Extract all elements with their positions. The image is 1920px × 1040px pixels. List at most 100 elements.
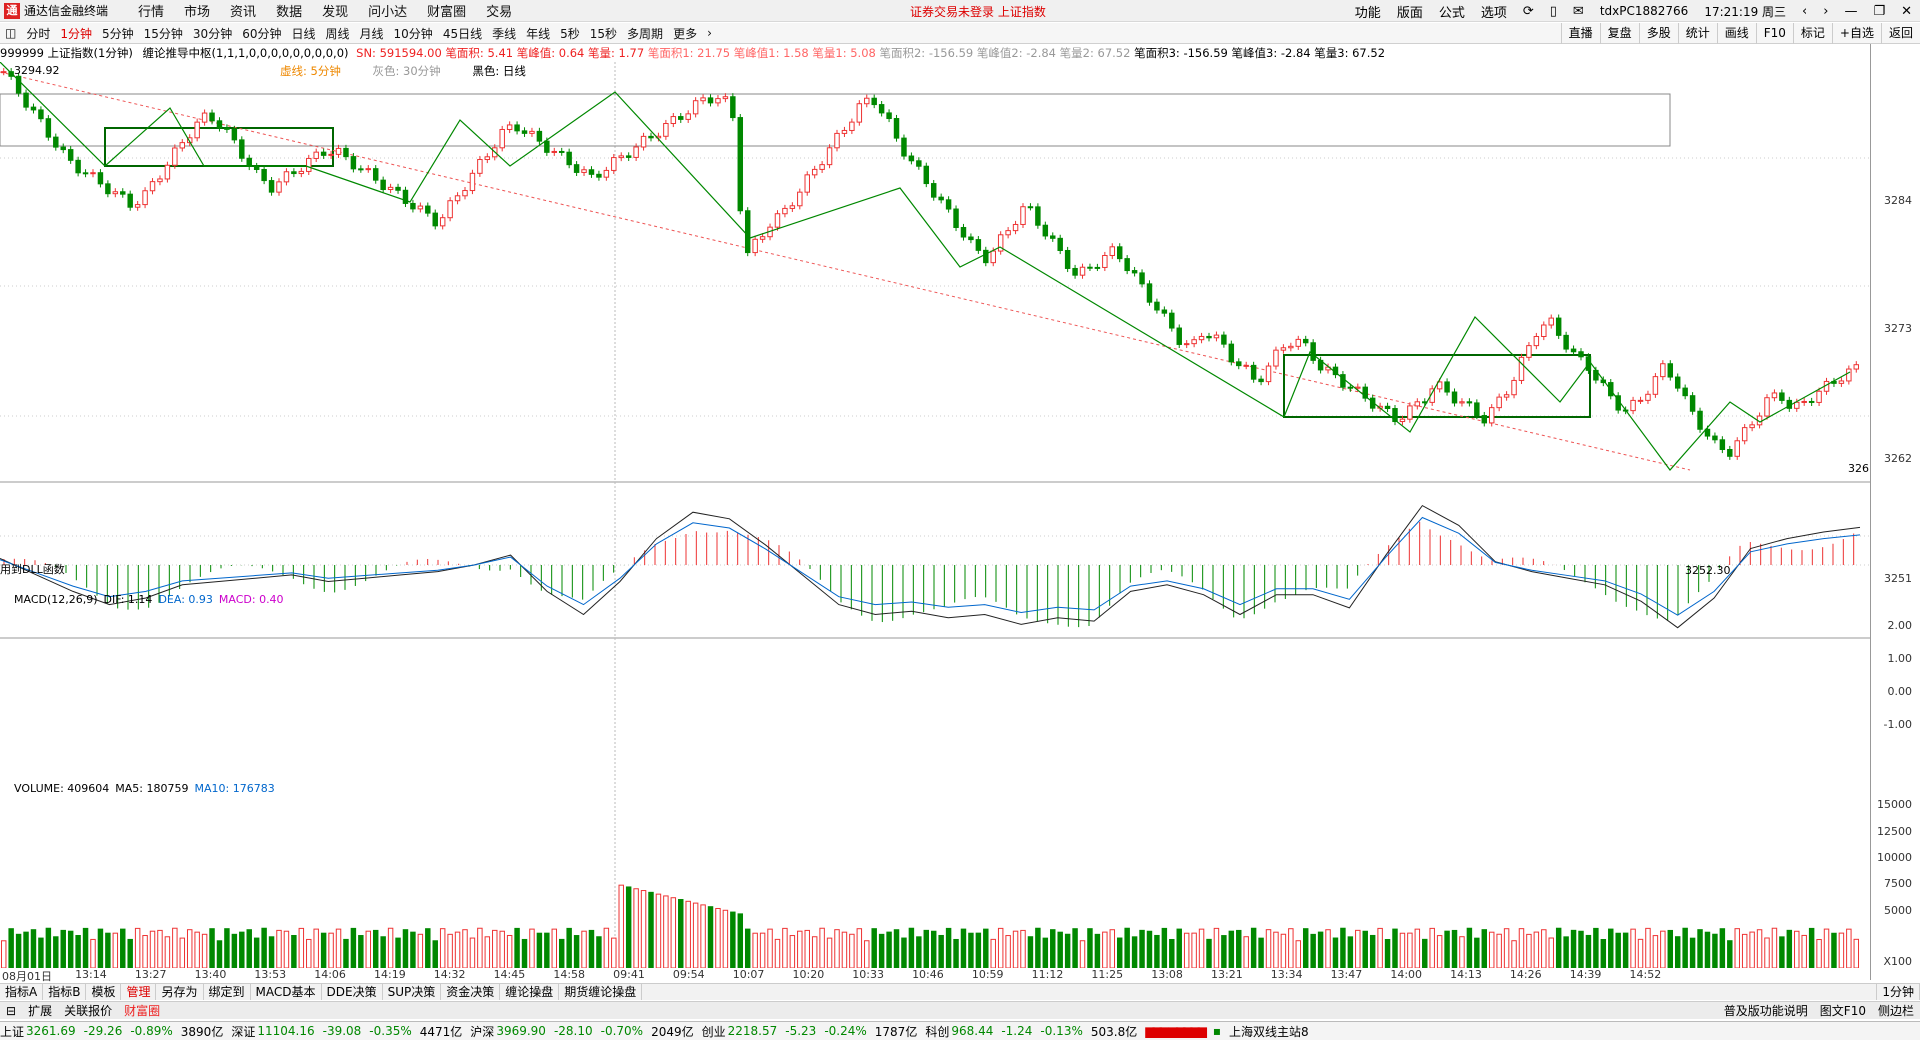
sh-name[interactable]: 上证 xyxy=(0,1023,24,1040)
menu-trade[interactable]: 交易 xyxy=(476,1,522,20)
main-chart[interactable]: 3294.92 3252.30 326 用到DLL函数 MACD(12,26,9… xyxy=(0,62,1870,968)
tab-futures-chan[interactable]: 期货缠论操盘 xyxy=(559,984,643,1000)
popular-func-help[interactable]: 普及版功能说明 xyxy=(1718,1002,1814,1019)
menu-function[interactable]: 功能 xyxy=(1347,2,1389,21)
tool-stats[interactable]: 统计 xyxy=(1677,23,1717,44)
candle-body xyxy=(1511,379,1517,396)
tab-template[interactable]: 模板 xyxy=(86,984,122,1000)
volume-bar xyxy=(1436,935,1443,968)
sh-pct: -0.89% xyxy=(130,1024,173,1038)
menu-layout[interactable]: 版面 xyxy=(1389,2,1431,21)
close-icon[interactable]: ✕ xyxy=(1893,4,1920,19)
tab-related-quote[interactable]: 关联报价 xyxy=(58,1002,118,1019)
menu-quotes[interactable]: 行情 xyxy=(128,1,174,20)
candle-body xyxy=(1146,283,1153,303)
restore-icon[interactable]: ❐ xyxy=(1865,4,1893,19)
menu-discover[interactable]: 发现 xyxy=(312,1,358,20)
period-15s[interactable]: 15秒 xyxy=(585,25,622,42)
graphic-f10[interactable]: 图文F10 xyxy=(1814,1002,1872,1019)
tab-save-as[interactable]: 另存为 xyxy=(156,984,204,1000)
period-45day[interactable]: 45日线 xyxy=(438,25,487,42)
candle-body xyxy=(938,196,944,201)
server-name[interactable]: 上海双线主站8 xyxy=(1229,1023,1309,1040)
more-chevron-icon[interactable]: › xyxy=(702,26,717,40)
period-15min[interactable]: 15分钟 xyxy=(139,25,188,42)
menu-wealth[interactable]: 财富圈 xyxy=(417,1,476,20)
menu-data[interactable]: 数据 xyxy=(266,1,312,20)
kc-name[interactable]: 科创 xyxy=(925,1023,949,1040)
tool-mark[interactable]: 标记 xyxy=(1792,23,1832,44)
period-quarter[interactable]: 季线 xyxy=(487,25,521,42)
period-60min[interactable]: 60分钟 xyxy=(237,25,286,42)
cy-price: 2218.57 xyxy=(727,1024,778,1038)
symbol-label[interactable]: 999999 上证指数(1分钟) xyxy=(0,46,133,60)
minimize-icon[interactable]: — xyxy=(1836,4,1865,19)
period-5s[interactable]: 5秒 xyxy=(555,25,585,42)
menu-options[interactable]: 选项 xyxy=(1473,2,1515,21)
sidebar-toggle[interactable]: 侧边栏 xyxy=(1872,1002,1920,1019)
sz-name[interactable]: 深证 xyxy=(231,1023,255,1040)
tool-back[interactable]: 返回 xyxy=(1880,23,1920,44)
period-5min[interactable]: 5分钟 xyxy=(97,25,139,42)
login-alert[interactable]: 证券交易未登录 上证指数 xyxy=(910,3,1046,20)
mail-icon[interactable]: ✉ xyxy=(1565,4,1592,19)
candle-body xyxy=(1124,258,1130,272)
tab-funds[interactable]: 资金决策 xyxy=(441,984,501,1000)
tool-multistock[interactable]: 多股 xyxy=(1638,23,1678,44)
tool-replay[interactable]: 复盘 xyxy=(1599,23,1639,44)
period-10min[interactable]: 10分钟 xyxy=(389,25,438,42)
period-year[interactable]: 年线 xyxy=(521,25,555,42)
indicator-label[interactable]: 缠论推导中枢(1,1,1,0,0,0,0,0,0,0,0,0) xyxy=(143,46,349,60)
period-1min[interactable]: 1分钟 xyxy=(55,25,97,42)
forward-icon[interactable]: › xyxy=(1815,4,1836,19)
tab-wealth[interactable]: 财富圈 xyxy=(118,1002,166,1019)
tab-bind[interactable]: 绑定到 xyxy=(204,984,251,1000)
refresh-icon[interactable]: ⟳ xyxy=(1515,4,1542,19)
account-label[interactable]: tdxPC1882766 xyxy=(1592,4,1696,18)
hs-name[interactable]: 沪深 xyxy=(470,1023,494,1040)
period-intraday[interactable]: 分时 xyxy=(21,25,55,42)
menu-formula[interactable]: 公式 xyxy=(1431,2,1473,21)
period-30min[interactable]: 30分钟 xyxy=(188,25,237,42)
volume-bar xyxy=(1474,937,1480,968)
tab-manage[interactable]: 管理 xyxy=(121,984,157,1000)
phone-icon[interactable]: ▯ xyxy=(1542,4,1565,19)
period-day[interactable]: 日线 xyxy=(286,25,320,42)
tab-indicator-a[interactable]: 指标A xyxy=(0,984,44,1000)
candle-body xyxy=(1347,386,1354,389)
period-indicator-label[interactable]: 1分钟 xyxy=(1876,984,1920,1000)
tab-dde[interactable]: DDE决策 xyxy=(322,984,383,1000)
tab-macd-basic[interactable]: MACD基本 xyxy=(251,984,322,1000)
toggle-panel-icon[interactable]: ◫ xyxy=(0,26,21,40)
volume-bar xyxy=(120,928,126,968)
period-month[interactable]: 月线 xyxy=(355,25,389,42)
period-week[interactable]: 周线 xyxy=(321,25,355,42)
tab-sup[interactable]: SUP决策 xyxy=(383,984,442,1000)
menu-ask[interactable]: 问小达 xyxy=(358,1,417,20)
candle-body xyxy=(454,195,461,202)
bi-lines xyxy=(0,62,1851,471)
tab-indicator-b[interactable]: 指标B xyxy=(43,984,87,1000)
menu-market[interactable]: 市场 xyxy=(174,1,220,20)
volume-bar xyxy=(149,930,156,968)
cy-name[interactable]: 创业 xyxy=(702,1023,726,1040)
time-tick: 10:07 xyxy=(732,968,765,981)
tab-chan[interactable]: 缠论操盘 xyxy=(500,984,560,1000)
candle-body xyxy=(97,172,104,185)
period-multi[interactable]: 多周期 xyxy=(622,25,668,42)
volume-bar xyxy=(774,938,781,968)
volume-bar xyxy=(1838,932,1845,968)
menu-news[interactable]: 资讯 xyxy=(220,1,266,20)
volume-bar xyxy=(1102,931,1108,968)
back-icon[interactable]: ‹ xyxy=(1794,4,1815,19)
bi-peak3: 笔峰值3: -2.84 xyxy=(1231,46,1311,60)
period-more[interactable]: 更多 xyxy=(668,25,702,42)
tool-add-watch[interactable]: +自选 xyxy=(1831,23,1881,44)
tab-extend[interactable]: 扩展 xyxy=(22,1002,58,1019)
tool-live[interactable]: 直播 xyxy=(1560,23,1600,44)
macd-panel xyxy=(0,504,1861,629)
collapse-icon[interactable]: ⊟ xyxy=(0,1004,22,1018)
tool-draw[interactable]: 画线 xyxy=(1716,23,1756,44)
high-price-label: 3294.92 xyxy=(14,64,60,77)
tool-f10[interactable]: F10 xyxy=(1755,23,1793,44)
